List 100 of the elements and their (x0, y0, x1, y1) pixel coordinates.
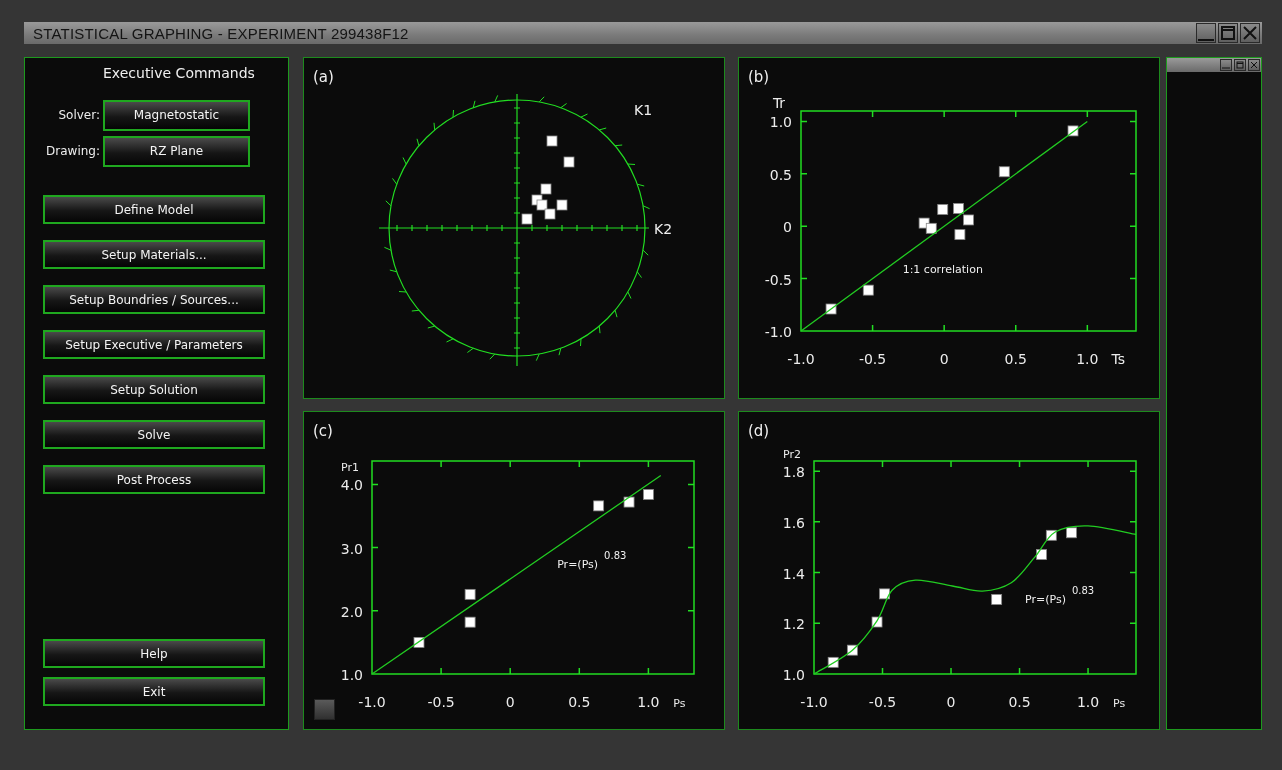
tick-label: -0.5 (858, 351, 887, 367)
close-icon (1250, 61, 1258, 69)
command-button[interactable]: Post Process (43, 465, 265, 494)
maximize-button[interactable] (1218, 23, 1238, 43)
data-point (1066, 527, 1077, 539)
command-button[interactable]: Setup Materials... (43, 240, 265, 269)
data-point (464, 588, 476, 600)
data-point (825, 303, 837, 315)
data-point (925, 222, 937, 234)
tick-label: 1.0 (782, 667, 805, 683)
data-point (464, 616, 476, 628)
data-point (540, 183, 552, 195)
tick-label: 0 (939, 351, 949, 367)
data-point (871, 616, 883, 628)
data-point (862, 284, 874, 296)
data-point (544, 208, 556, 220)
window-title: STATISTICAL GRAPHING - EXPERIMENT 299438F12 (33, 24, 409, 42)
data-point (1045, 529, 1057, 541)
maximize-button[interactable] (1234, 59, 1246, 71)
tick-label: -1.0 (764, 324, 792, 340)
maximize-icon (1236, 61, 1244, 69)
close-button[interactable] (1240, 23, 1260, 43)
panel-label: (b) (748, 68, 770, 86)
panel-label: (a) (313, 68, 334, 86)
data-point (879, 588, 890, 600)
command-button[interactable]: Setup Boundries / Sources... (43, 285, 265, 314)
tick-label: -0.5 (764, 271, 792, 288)
axis-label: Ps (1112, 697, 1126, 710)
tick-label: 1.0 (637, 694, 660, 710)
maximize-icon (1220, 25, 1236, 41)
axis-label: Ps (673, 697, 686, 710)
close-icon (1242, 25, 1258, 41)
data-point (643, 489, 654, 500)
axis-label: Pr1 (341, 461, 359, 475)
data-point (1067, 125, 1079, 137)
minimize-button[interactable] (1220, 59, 1232, 71)
tick-label: 1.4 (782, 565, 805, 582)
minimize-icon (1198, 39, 1214, 41)
field-label: Drawing: (45, 144, 101, 158)
field-label: Solver: (57, 108, 101, 122)
data-point (963, 214, 974, 226)
data-point (954, 229, 966, 240)
data-point (593, 500, 605, 512)
axis-label: Ts (1111, 351, 1126, 367)
annotation: 1:1 correlation (902, 262, 983, 276)
panel-label: (d) (748, 422, 770, 440)
data-point (953, 203, 964, 214)
data-point (546, 135, 558, 147)
command-button[interactable]: Solve (43, 420, 265, 449)
tick-label: -1.0 (787, 351, 815, 367)
data-point (918, 217, 930, 229)
data-point (556, 199, 568, 211)
data-point (623, 496, 635, 508)
tick-label: 0 (505, 694, 515, 710)
tick-label: 1.2 (782, 616, 805, 633)
data-point (991, 594, 1003, 605)
dropdown-button[interactable]: Magnetostatic (103, 99, 250, 131)
tick-label: 0.5 (568, 694, 591, 710)
axis-label: Pr2 (783, 448, 801, 462)
tick-label: 1.0 (1076, 694, 1100, 710)
data-point (536, 199, 548, 211)
data-point (521, 213, 533, 225)
tick-label: 0.5 (769, 166, 792, 183)
close-button[interactable] (1248, 59, 1260, 71)
data-point (413, 637, 425, 648)
tick-label: 1.8 (782, 464, 805, 481)
data-point (1036, 549, 1047, 560)
tick-label: 0.5 (1004, 351, 1027, 367)
data-point (937, 204, 949, 215)
tick-label: 4.0 (340, 477, 363, 494)
data-point (563, 156, 575, 168)
axis-label: K2 (654, 221, 673, 237)
axis-label: K1 (634, 102, 653, 118)
command-button[interactable]: Setup Executive / Parameters (43, 330, 265, 359)
panel-label: (c) (313, 422, 333, 440)
tick-label: 1.6 (782, 514, 805, 531)
minimize-button[interactable] (1196, 23, 1216, 43)
command-button[interactable]: Help (43, 639, 265, 668)
data-point (998, 166, 1010, 178)
dropdown-button[interactable]: RZ Plane (103, 135, 250, 167)
tick-label: 0 (946, 694, 956, 710)
data-point (846, 644, 858, 656)
axis-label: Tr (772, 95, 786, 112)
tick-label: 0 (783, 219, 792, 236)
command-button[interactable]: Exit (43, 677, 265, 706)
tick-label: -1.0 (358, 694, 386, 710)
minimize-icon (1222, 67, 1230, 69)
command-button[interactable]: Define Model (43, 195, 265, 224)
tick-label: -0.5 (427, 694, 455, 710)
data-point (827, 656, 839, 668)
tick-label: 3.0 (340, 540, 363, 557)
panel-title: Executive Commands (102, 64, 256, 83)
tick-label: 1.0 (1076, 351, 1099, 367)
tick-label: 0.5 (1008, 694, 1031, 710)
tick-label: 2.0 (340, 603, 363, 620)
tick-label: -0.5 (868, 694, 897, 710)
tick-label: 1.0 (769, 114, 792, 131)
command-button[interactable]: Setup Solution (43, 375, 265, 404)
tick-label: -1.0 (800, 694, 828, 710)
tick-label: 1.0 (340, 667, 363, 683)
